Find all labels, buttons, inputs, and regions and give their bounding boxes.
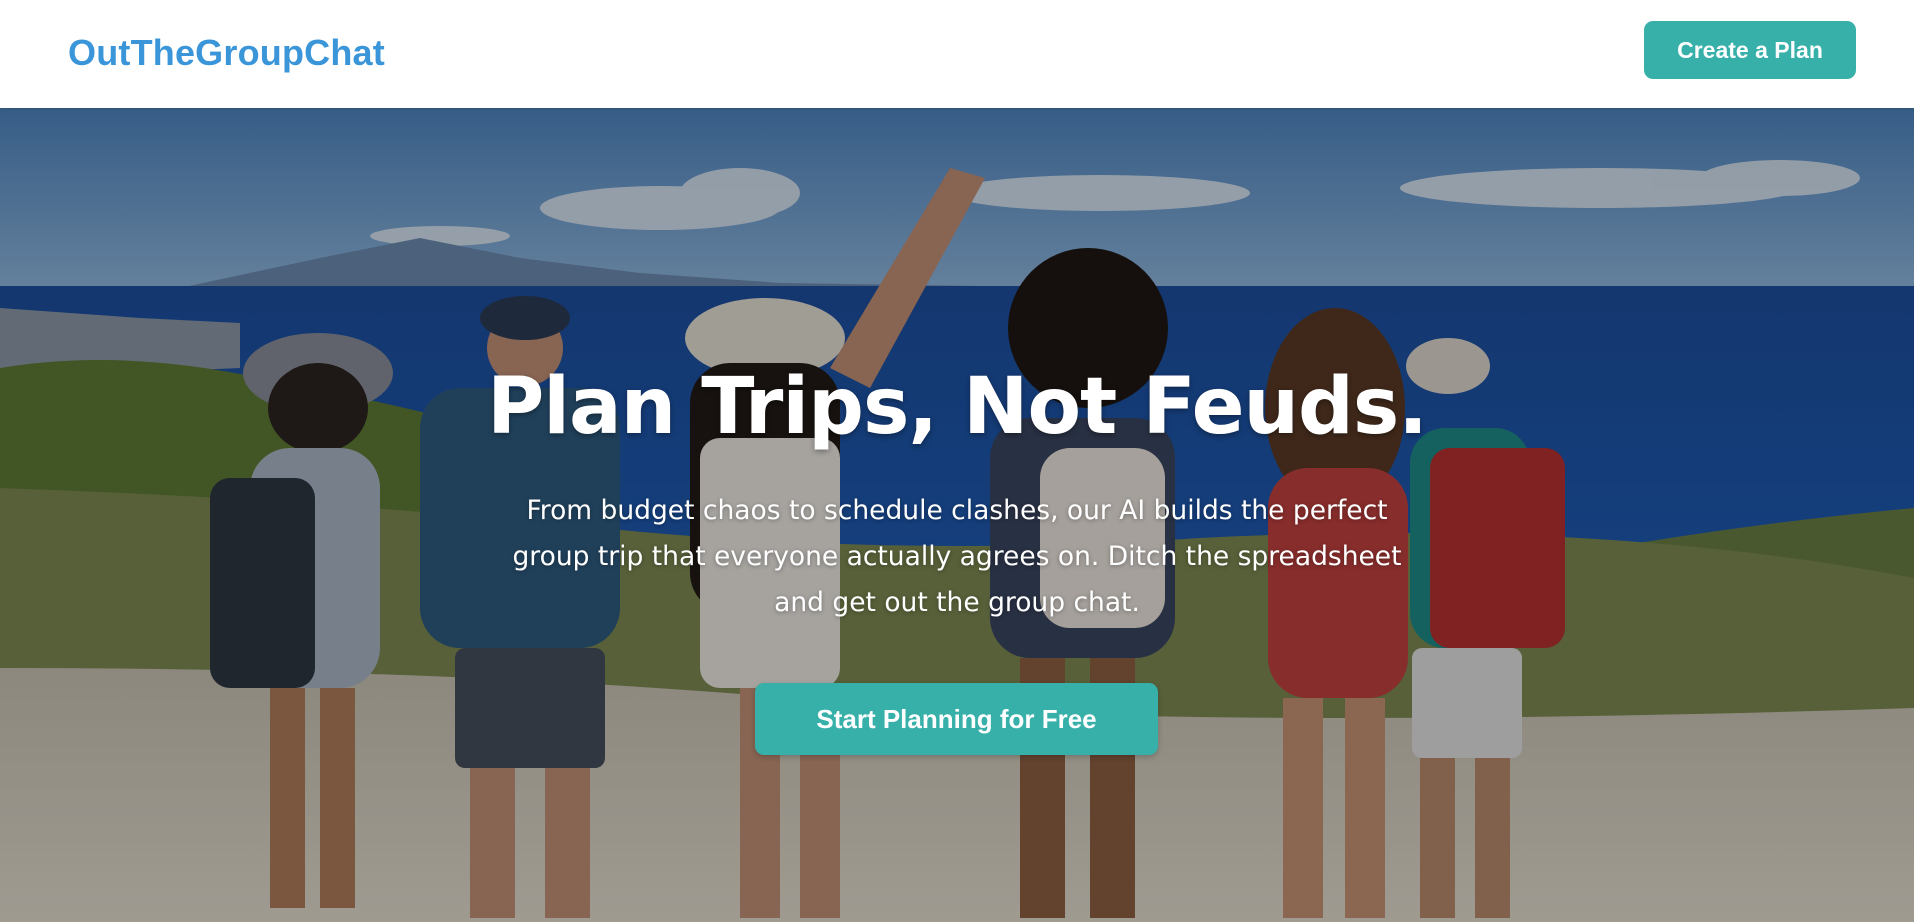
create-plan-button[interactable]: Create a Plan <box>1644 21 1856 79</box>
hero-subtitle: From budget chaos to schedule clashes, o… <box>512 495 1402 618</box>
site-header: OutTheGroupChat Create a Plan <box>0 0 1914 108</box>
hero-section: Plan Trips, Not Feuds. From budget chaos… <box>0 108 1914 922</box>
hero-title: Plan Trips, Not Feuds. <box>487 362 1428 452</box>
hero-content: Plan Trips, Not Feuds. From budget chaos… <box>0 108 1914 922</box>
start-planning-button[interactable]: Start Planning for Free <box>755 683 1158 755</box>
brand-logo[interactable]: OutTheGroupChat <box>68 32 385 74</box>
